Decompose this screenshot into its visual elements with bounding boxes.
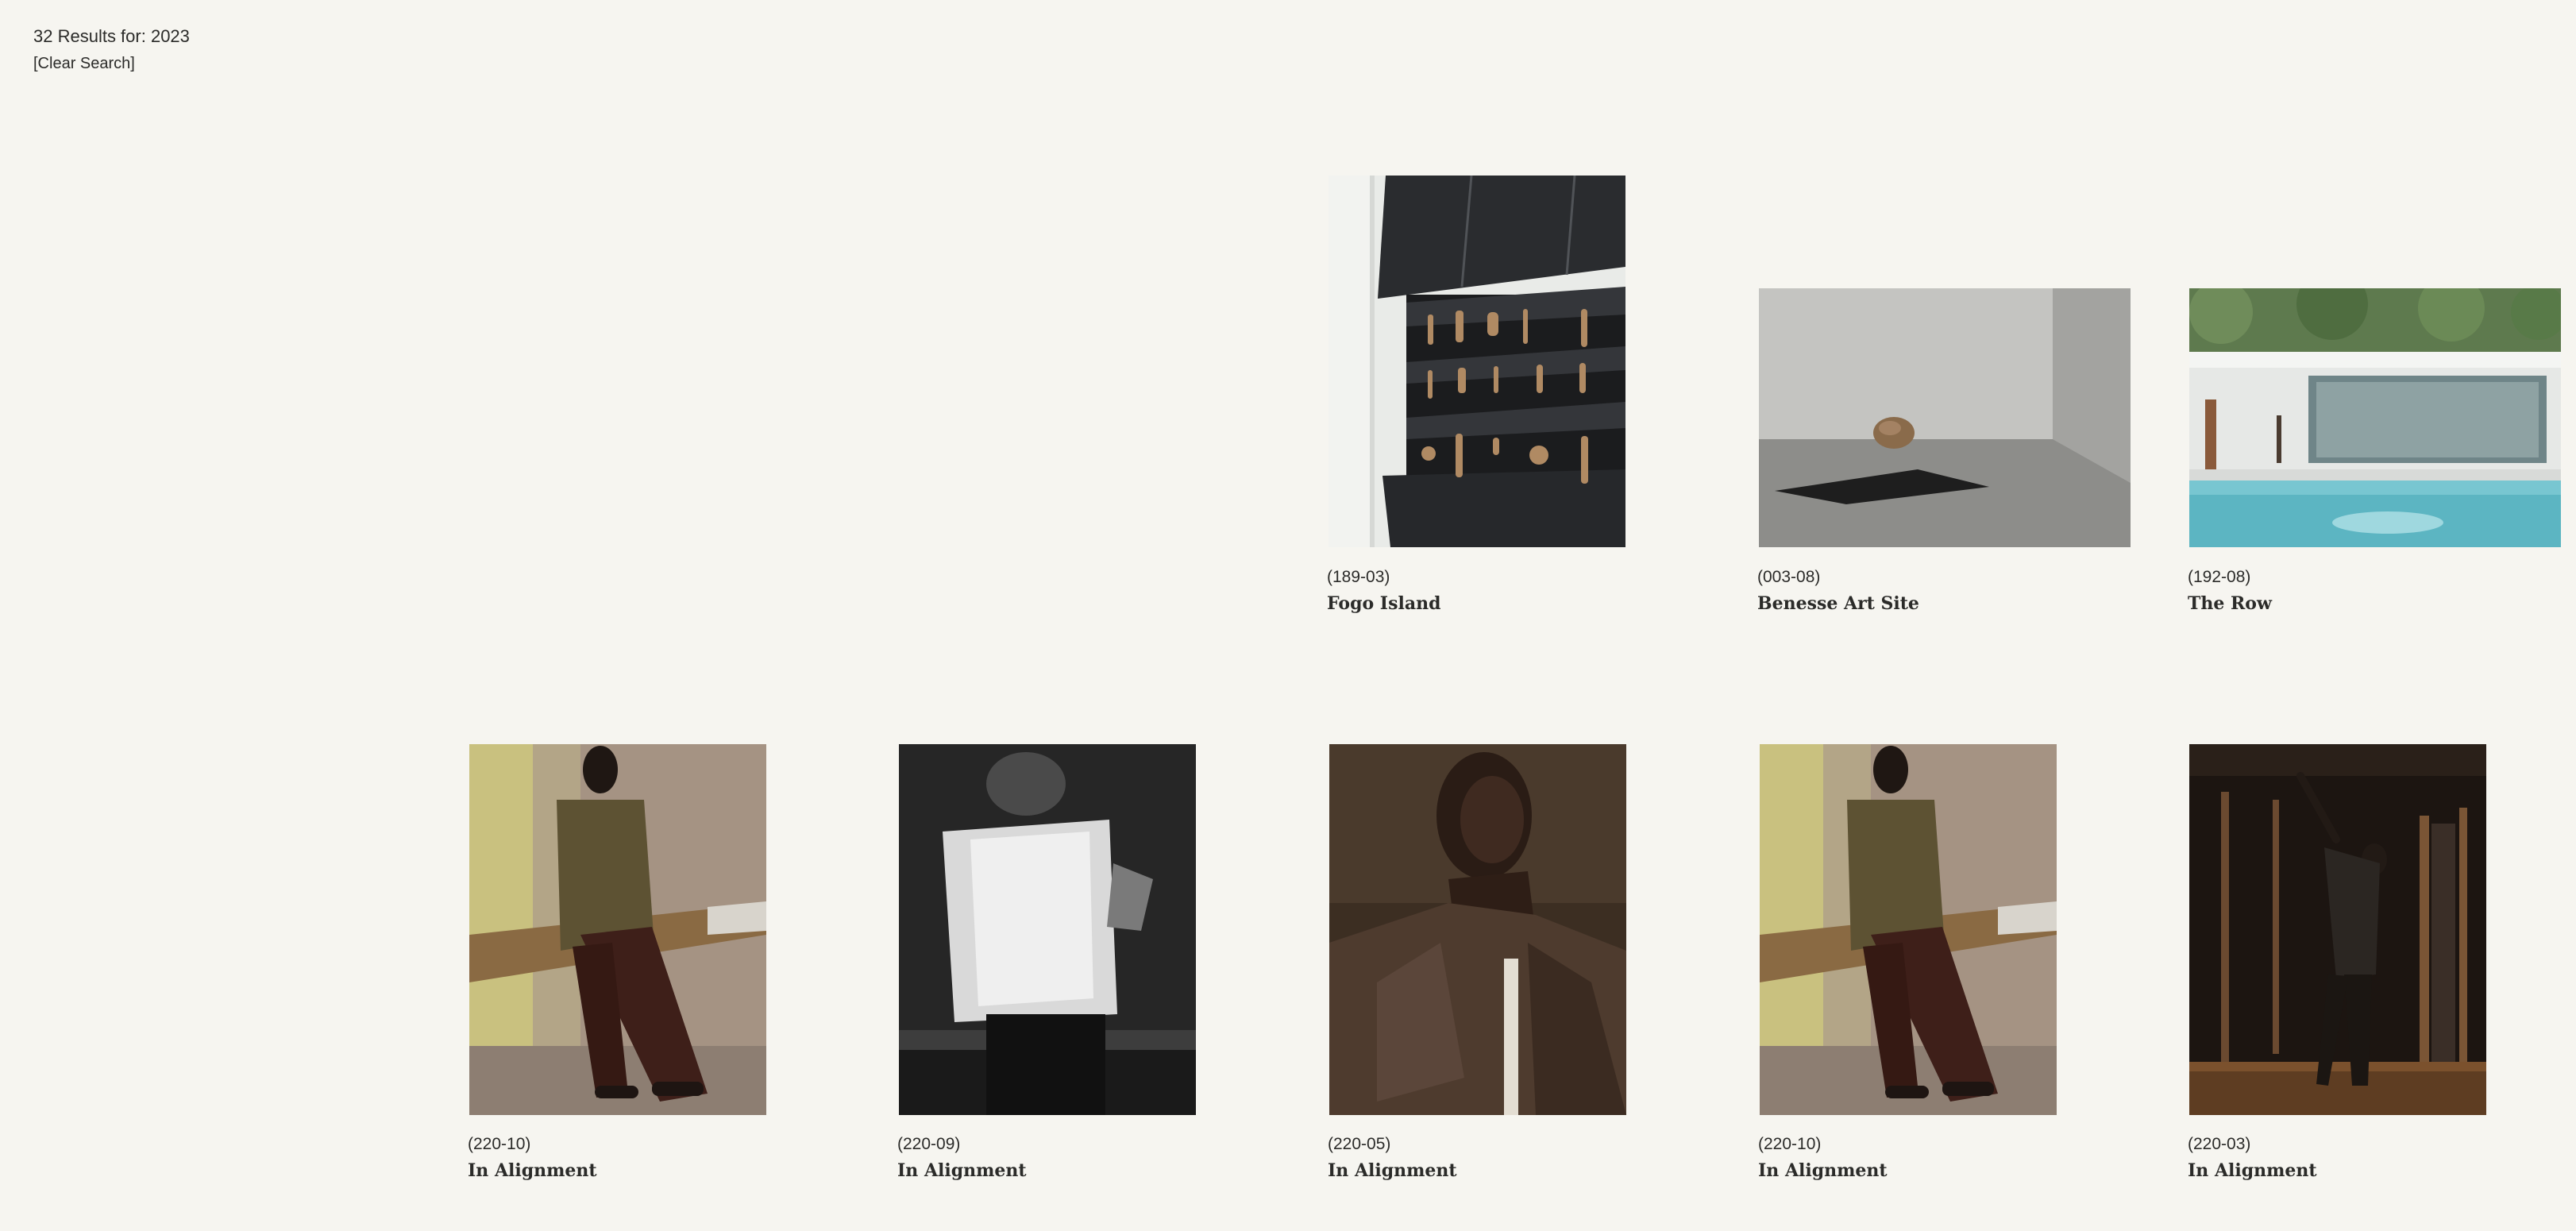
result-image-benesse-art-site[interactable] <box>1759 288 2131 547</box>
result-title[interactable]: In Alignment <box>1328 1160 1457 1181</box>
result-title[interactable]: The Row <box>2188 593 2272 614</box>
result-title[interactable]: In Alignment <box>1758 1160 1888 1181</box>
result-code: (220-05) <box>1328 1135 1391 1153</box>
result-code: (220-10) <box>1758 1135 1822 1153</box>
result-title[interactable]: Benesse Art Site <box>1757 593 1919 614</box>
result-image-in-alignment[interactable] <box>1329 744 1626 1115</box>
clear-search-link[interactable]: [Clear Search] <box>33 50 190 77</box>
result-image-in-alignment[interactable] <box>899 744 1196 1115</box>
result-code: (220-03) <box>2188 1135 2251 1153</box>
result-title[interactable]: In Alignment <box>2188 1160 2317 1181</box>
result-code: (003-08) <box>1757 568 1821 586</box>
results-count: 32 Results for: 2023 <box>33 26 190 46</box>
result-code: (220-09) <box>897 1135 961 1153</box>
result-image-in-alignment[interactable] <box>1760 744 2057 1115</box>
result-title[interactable]: In Alignment <box>897 1160 1027 1181</box>
result-title[interactable]: Fogo Island <box>1327 593 1440 614</box>
search-summary: 32 Results for: 2023 [Clear Search] <box>33 23 190 77</box>
result-code: (192-08) <box>2188 568 2251 586</box>
result-image-fogo-island[interactable] <box>1328 176 1625 547</box>
result-code: (220-10) <box>468 1135 531 1153</box>
result-code: (189-03) <box>1327 568 1390 586</box>
result-image-the-row[interactable] <box>2189 288 2561 547</box>
result-image-in-alignment[interactable] <box>469 744 766 1115</box>
result-title[interactable]: In Alignment <box>468 1160 597 1181</box>
result-image-in-alignment[interactable] <box>2189 744 2486 1115</box>
